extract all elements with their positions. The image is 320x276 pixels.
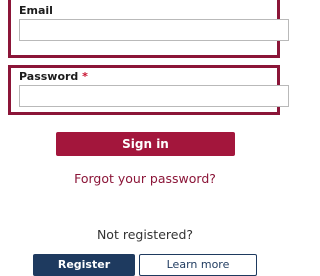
not-registered-text: Not registered? (96, 227, 194, 242)
email-label: Email (19, 4, 53, 17)
password-input[interactable] (19, 85, 289, 107)
sign-in-button[interactable]: Sign in (56, 132, 235, 156)
email-input[interactable] (19, 19, 289, 41)
forgot-password-link[interactable]: Forgot your password? (0, 171, 290, 187)
required-asterisk: * (82, 70, 88, 83)
email-field-group: Email (8, 0, 289, 58)
password-label: Password * (19, 71, 88, 83)
password-field-group: Password * (8, 65, 289, 115)
password-label-text: Password (19, 70, 79, 83)
register-button[interactable]: Register (33, 254, 135, 276)
learn-more-button[interactable]: Learn more (139, 254, 257, 276)
